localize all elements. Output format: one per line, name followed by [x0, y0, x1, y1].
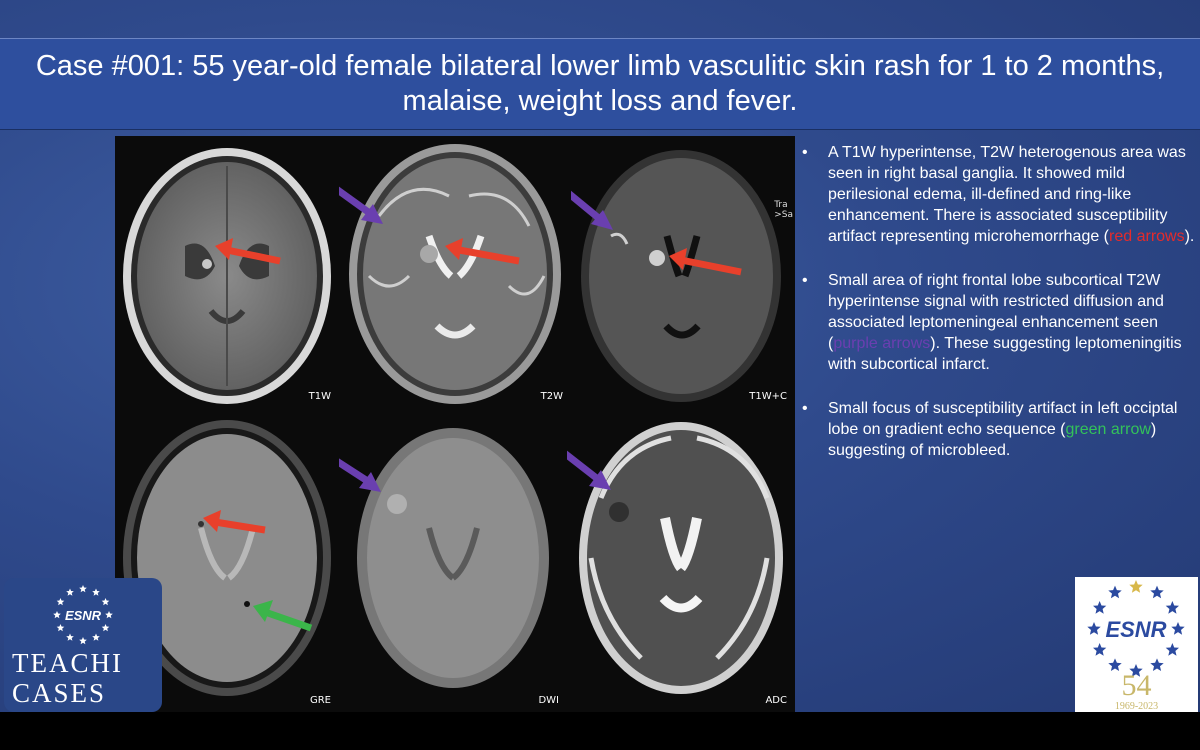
esnr-star-ring-icon: ESNR [53, 585, 113, 645]
svg-text:ESNR: ESNR [1105, 617, 1166, 642]
panel-label-dwi: DWI [538, 695, 559, 706]
star-icon [1165, 643, 1179, 656]
mri-panel-adc: ADC [567, 408, 795, 712]
star-icon [1150, 585, 1164, 599]
anniversary-number: 54 [1121, 669, 1152, 702]
panel-label-t2w: T2W [540, 391, 563, 402]
svg-text:ESNR: ESNR [65, 608, 102, 623]
findings-bullet-list: • A T1W hyperintense, T2W heterogenous a… [798, 142, 1198, 484]
mri-image-grid: T1W T2W Tra >Sa T1W+C GRE DWI ADC [115, 136, 795, 712]
star-icon [56, 598, 65, 606]
star-icon [79, 637, 87, 645]
mri-panel-t1w: T1W [115, 136, 339, 408]
brain-axial-t1w-contrast-image [571, 150, 781, 402]
mri-panel-t2w: T2W [339, 136, 571, 408]
star-icon [66, 588, 74, 596]
star-icon [92, 633, 100, 641]
title-band: Case #001: 55 year-old female bilateral … [0, 38, 1200, 130]
esnr-anniversary-logo: ESNR 54 1969-2023 [1075, 577, 1198, 712]
star-icon [66, 633, 74, 641]
bullet-item: • A T1W hyperintense, T2W heterogenous a… [798, 142, 1198, 247]
star-icon [1171, 622, 1185, 635]
slide: Case #001: 55 year-old female bilateral … [0, 0, 1200, 712]
panel-label-t1w-contrast: T1W+C [749, 391, 787, 402]
bullet-item: • Small area of right frontal lobe subco… [798, 270, 1198, 375]
brain-axial-t1w-image [123, 148, 331, 404]
panel-label-gre: GRE [309, 695, 331, 706]
star-icon [56, 624, 65, 632]
bullet-item: • Small focus of susceptibility artifact… [798, 398, 1198, 461]
mri-panel-t1w-contrast: Tra >Sa T1W+C [571, 136, 795, 408]
purple-arrow-dwi [339, 458, 381, 492]
slide-title: Case #001: 55 year-old female bilateral … [35, 50, 1165, 117]
star-icon [101, 598, 110, 606]
bullet-dot: • [802, 272, 808, 289]
star-icon [101, 624, 110, 632]
star-icon [1093, 643, 1107, 656]
star-icon [92, 588, 100, 596]
cases-text: CASES [12, 678, 107, 708]
bottom-black-bar [0, 712, 1200, 750]
star-icon [1165, 601, 1179, 614]
esnr-star-circle-icon: ESNR [1087, 580, 1185, 677]
star-icon [1108, 585, 1122, 599]
bullet-highlight-green: green arrow [1065, 421, 1151, 438]
brain-axial-adc-image [567, 422, 783, 694]
bullet-highlight-red: red arrows [1109, 228, 1185, 245]
star-icon [1087, 622, 1101, 635]
bullet-dot: • [802, 400, 808, 417]
star-icon [53, 611, 61, 619]
star-icon [79, 585, 87, 593]
bullet-highlight-purple: purple arrows [833, 335, 931, 352]
brain-axial-t2w-image [339, 144, 561, 404]
bullet-text-end: ). [1184, 228, 1195, 245]
anniversary-years: 1969-2023 [1114, 701, 1159, 712]
panel-label-adc: ADC [765, 695, 787, 706]
teaching-text: TEACHI [12, 648, 123, 678]
brain-axial-dwi-image [339, 428, 549, 688]
star-icon [1129, 580, 1143, 593]
star-icon [105, 611, 113, 619]
esnr-teaching-cases-logo: ESNR TEACHI CASES [4, 578, 162, 712]
panel-label-t1w: T1W [308, 391, 331, 402]
bullet-dot: • [802, 144, 808, 161]
star-icon [1093, 601, 1107, 614]
sequence-side-text: Tra >Sa [774, 200, 793, 220]
mri-panel-dwi: DWI [339, 408, 567, 712]
